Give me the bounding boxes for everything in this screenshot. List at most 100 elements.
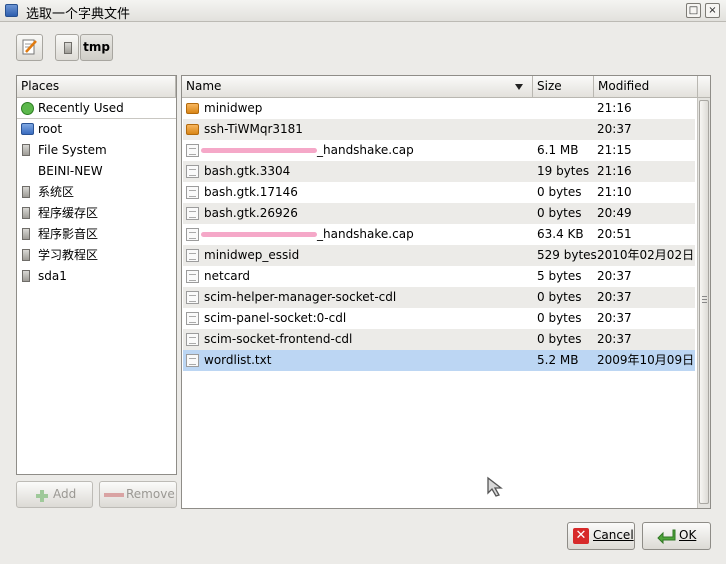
file-size: 0 bytes [537, 290, 582, 304]
file-modified: 20:37 [597, 332, 632, 346]
place-item[interactable]: 程序影音区 [17, 224, 176, 245]
place-item[interactable]: 程序缓存区 [17, 203, 176, 224]
place-item-label: 系统区 [38, 185, 75, 199]
file-modified: 20:37 [597, 311, 632, 325]
place-item-label: BEINI-NEW [38, 164, 103, 178]
file-size: 0 bytes [537, 332, 582, 346]
file-size: 5.2 MB [537, 353, 579, 367]
file-icon [186, 228, 199, 241]
file-name: bash.gtk.3304 [204, 164, 291, 178]
place-item-label: 程序缓存区 [38, 206, 99, 220]
edit-icon [22, 39, 37, 55]
file-icon [186, 333, 199, 346]
file-row[interactable]: scim-helper-manager-socket-cdl 0 bytes 20:… [183, 287, 695, 308]
recent-icon [21, 102, 34, 115]
file-row[interactable]: wordlist.txt 5.2 MB 2009年10月09日 [183, 350, 695, 371]
cancel-icon: ✕ [573, 528, 589, 544]
place-item[interactable]: 学习教程区 [17, 245, 176, 266]
column-header-name[interactable]: Name [182, 76, 533, 98]
file-size: 0 bytes [537, 311, 582, 325]
redaction-mark [201, 232, 317, 237]
sort-down-icon [515, 84, 523, 90]
file-size: 529 bytes [537, 248, 597, 262]
scrollbar-thumb[interactable] [699, 100, 709, 504]
file-row[interactable]: bash.gtk.17146 0 bytes 21:10 [183, 182, 695, 203]
file-row[interactable]: scim-socket-frontend-cdl 0 bytes 20:37 [183, 329, 695, 350]
path-button-tmp[interactable]: tmp [80, 34, 113, 61]
ok-button[interactable]: OK [642, 522, 711, 550]
place-item[interactable]: File System [17, 140, 176, 161]
place-item-label: File System [38, 143, 107, 157]
file-size: 6.1 MB [537, 143, 579, 157]
column-name-label: Name [186, 79, 222, 93]
path-bar-left-button[interactable] [55, 34, 79, 61]
folder-row[interactable]: ssh-TiWMqr3181 20:37 [183, 119, 695, 140]
file-modified: 2009年10月09日 [597, 353, 695, 367]
window-title: 选取一个字典文件 [26, 7, 131, 22]
place-item-label: sda1 [38, 269, 67, 283]
file-name: _handshake.cap [317, 227, 414, 241]
file-icon [186, 249, 199, 262]
folder-row[interactable]: minidwep 21:16 [183, 98, 695, 119]
mouse-cursor-icon [487, 476, 503, 497]
file-icon [186, 270, 199, 283]
close-button[interactable]: × [705, 3, 720, 18]
file-modified: 21:10 [597, 185, 632, 199]
file-name: _handshake.cap [317, 143, 414, 157]
file-icon [186, 312, 199, 325]
vertical-scrollbar[interactable] [697, 98, 710, 508]
file-row[interactable]: minidwep_essid 529 bytes 2010年02月02日 [183, 245, 695, 266]
file-row[interactable]: bash.gtk.3304 19 bytes 21:16 [183, 161, 695, 182]
place-item[interactable]: root [17, 119, 176, 140]
file-modified: 21:16 [597, 164, 632, 178]
ok-label: OK [679, 528, 697, 542]
file-name: bash.gtk.17146 [204, 185, 298, 199]
column-header-modified[interactable]: Modified [594, 76, 698, 98]
file-row[interactable]: _handshake.cap 6.1 MB 21:15 [183, 140, 695, 161]
remove-button[interactable]: Remove [99, 481, 177, 508]
file-name: wordlist.txt [204, 353, 272, 367]
file-row[interactable]: netcard 5 bytes 20:37 [183, 266, 695, 287]
app-icon [5, 4, 18, 17]
file-modified: 20:37 [597, 290, 632, 304]
place-item[interactable]: Recently Used [17, 98, 176, 119]
file-icon [186, 207, 199, 220]
folder-icon [186, 103, 199, 114]
cancel-label: Cancel [593, 528, 634, 542]
file-row[interactable]: scim-panel-socket:0-cdl 0 bytes 20:37 [183, 308, 695, 329]
place-item[interactable]: BEINI-NEW [17, 161, 176, 182]
type-location-button[interactable] [16, 34, 43, 61]
file-size: 0 bytes [537, 206, 582, 220]
file-size: 63.4 KB [537, 227, 584, 241]
place-item[interactable]: sda1 [17, 266, 176, 287]
place-item[interactable]: 系统区 [17, 182, 176, 203]
drive-icon [22, 186, 30, 198]
file-modified: 20:37 [597, 122, 632, 136]
file-name: ssh-TiWMqr3181 [204, 122, 303, 136]
drive-icon [22, 270, 30, 282]
file-row[interactable]: _handshake.cap 63.4 KB 20:51 [183, 224, 695, 245]
file-icon [186, 354, 199, 367]
file-name: minidwep_essid [204, 248, 300, 262]
file-icon [186, 186, 199, 199]
add-button[interactable]: Add [16, 481, 93, 508]
file-list: minidwep 21:16 ssh-TiWMqr3181 20:37 _handsha… [182, 98, 697, 508]
column-header-size[interactable]: Size [533, 76, 594, 98]
drive-icon [22, 207, 30, 219]
remove-label: Remove [126, 487, 175, 501]
add-label: Add [53, 487, 77, 501]
ok-arrow-icon [656, 528, 676, 553]
places-header[interactable]: Places [17, 76, 176, 98]
file-modified: 20:51 [597, 227, 632, 241]
maximize-button[interactable]: □ [686, 3, 701, 18]
cancel-button[interactable]: ✕ Cancel [567, 522, 635, 550]
file-modified: 20:37 [597, 269, 632, 283]
add-icon [35, 487, 49, 502]
remove-icon [104, 493, 124, 497]
file-row[interactable]: bash.gtk.26926 0 bytes 20:49 [183, 203, 695, 224]
file-size: 19 bytes [537, 164, 590, 178]
places-pane: Places Recently Used root File System BEINI… [16, 75, 177, 475]
file-name: scim-panel-socket:0-cdl [204, 311, 347, 325]
file-size: 0 bytes [537, 185, 582, 199]
file-name: scim-helper-manager-socket-cdl [204, 290, 397, 304]
